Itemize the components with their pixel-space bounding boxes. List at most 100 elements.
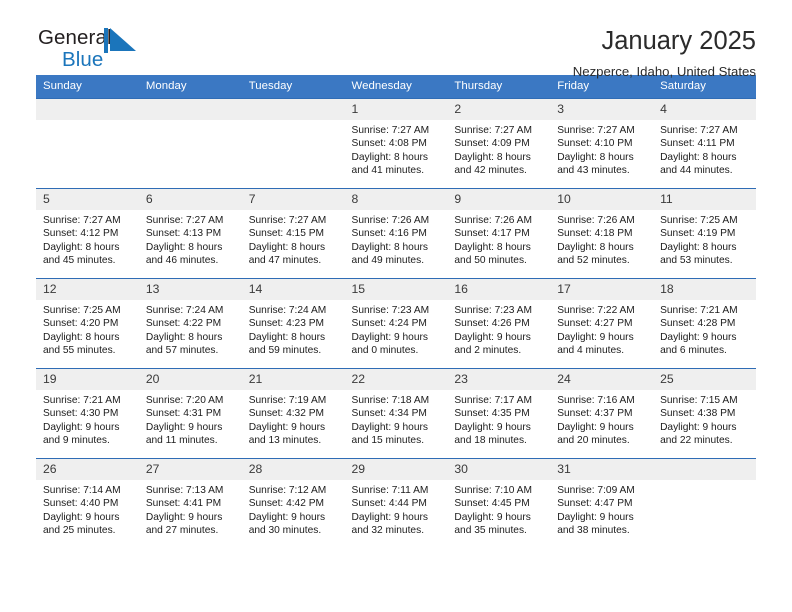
- day-info-line: Daylight: 8 hours: [351, 151, 428, 163]
- calendar-day-cell[interactable]: 12 Sunrise: 7:25 AM Sunset: 4:20 PM Dayligh…: [36, 278, 139, 369]
- day-info-line: Sunrise: 7:20 AM: [145, 395, 224, 406]
- weekday-header-cell: Wednesday: [344, 75, 448, 99]
- day-info-line: and 27 minutes.: [145, 524, 219, 536]
- day-info-line: Sunrise: 7:27 AM: [557, 125, 635, 136]
- calendar-day-cell[interactable]: 11 Sunrise: 7:25 AM Sunset: 4:19 PM Dayligh…: [653, 188, 756, 279]
- day-info-line: Sunset: 4:42 PM: [248, 498, 325, 510]
- day-number: 7: [241, 189, 345, 210]
- calendar-day-cell[interactable]: 1 Sunrise: 7:27 AM Sunset: 4:08 PM Daylight…: [344, 98, 448, 189]
- day-info-line: Sunrise: 7:26 AM: [454, 215, 532, 226]
- day-number: [36, 99, 139, 120]
- calendar-week-row: 12 Sunrise: 7:25 AM Sunset: 4:20 PM Dayligh…: [36, 278, 756, 369]
- calendar-day-cell[interactable]: 2 Sunrise: 7:27 AM Sunset: 4:09 PM Daylight…: [447, 98, 551, 189]
- day-info-line: Sunrise: 7:27 AM: [145, 215, 224, 226]
- day-info-line: and 49 minutes.: [351, 254, 425, 266]
- day-info-line: Daylight: 9 hours: [43, 421, 120, 433]
- day-sun-info: Sunrise: 7:24 AM Sunset: 4:22 PM Daylight:…: [139, 300, 242, 357]
- day-info-line: and 4 minutes.: [557, 344, 625, 356]
- calendar-day-cell[interactable]: 9 Sunrise: 7:26 AM Sunset: 4:17 PM Daylight…: [447, 188, 551, 279]
- day-number: 13: [138, 279, 242, 300]
- day-number: 8: [344, 189, 448, 210]
- day-number: 26: [36, 459, 139, 480]
- day-info-line: and 9 minutes.: [43, 434, 110, 446]
- calendar-day-cell[interactable]: 4 Sunrise: 7:27 AM Sunset: 4:11 PM Daylight…: [653, 98, 756, 189]
- day-sun-info: Sunrise: 7:11 AM Sunset: 4:44 PM Daylight:…: [345, 480, 448, 537]
- day-info-line: Sunrise: 7:24 AM: [145, 305, 224, 316]
- day-info-line: and 25 minutes.: [43, 524, 116, 536]
- day-info-line: Sunset: 4:34 PM: [351, 408, 427, 420]
- calendar-day-cell[interactable]: 5 Sunrise: 7:27 AM Sunset: 4:12 PM Daylight…: [36, 188, 139, 279]
- brand-logo[interactable]: General Blue: [36, 27, 208, 80]
- day-info-line: Sunrise: 7:10 AM: [454, 485, 532, 496]
- day-info-line: Sunset: 4:45 PM: [454, 498, 530, 510]
- day-info-line: Sunset: 4:41 PM: [145, 498, 222, 510]
- day-info-line: Daylight: 8 hours: [145, 241, 223, 253]
- calendar-day-cell[interactable]: 23 Sunrise: 7:17 AM Sunset: 4:35 PM Dayligh…: [447, 368, 551, 459]
- day-info-line: Sunrise: 7:09 AM: [557, 485, 635, 496]
- day-info-line: Daylight: 8 hours: [454, 241, 531, 253]
- day-sun-info: Sunrise: 7:21 AM Sunset: 4:28 PM Daylight:…: [653, 300, 756, 357]
- day-sun-info: Sunrise: 7:27 AM Sunset: 4:10 PM Daylight:…: [550, 120, 653, 177]
- day-info-line: Sunrise: 7:23 AM: [454, 305, 532, 316]
- calendar-day-cell[interactable]: 6 Sunrise: 7:27 AM Sunset: 4:13 PM Daylight…: [138, 188, 242, 279]
- page-header: General Blue January 2025 Nezperce, Idah…: [36, 0, 756, 78]
- day-number: 14: [241, 279, 345, 300]
- calendar-day-cell[interactable]: 3 Sunrise: 7:27 AM Sunset: 4:10 PM Daylight…: [550, 98, 654, 189]
- calendar-day-cell[interactable]: 8 Sunrise: 7:26 AM Sunset: 4:16 PM Daylight…: [344, 188, 448, 279]
- day-number: 23: [447, 369, 551, 390]
- day-info-line: Daylight: 9 hours: [145, 421, 223, 433]
- calendar-day-cell[interactable]: 15 Sunrise: 7:23 AM Sunset: 4:24 PM Dayligh…: [344, 278, 448, 369]
- page-subtitle: Nezperce, Idaho, United States: [572, 63, 756, 79]
- day-info-line: Daylight: 9 hours: [43, 511, 120, 523]
- calendar-day-cell[interactable]: 27 Sunrise: 7:13 AM Sunset: 4:41 PM Dayligh…: [138, 458, 242, 548]
- day-info-line: Daylight: 9 hours: [557, 331, 634, 343]
- day-info-line: and 57 minutes.: [145, 344, 219, 356]
- day-sun-info: Sunrise: 7:27 AM Sunset: 4:15 PM Daylight:…: [242, 210, 345, 267]
- day-info-line: Sunset: 4:32 PM: [248, 408, 325, 420]
- calendar-day-cell[interactable]: 18 Sunrise: 7:21 AM Sunset: 4:28 PM Dayligh…: [653, 278, 756, 369]
- day-number: 5: [36, 189, 139, 210]
- calendar-day-cell[interactable]: 7 Sunrise: 7:27 AM Sunset: 4:15 PM Daylight…: [241, 188, 345, 279]
- calendar-day-cell[interactable]: 16 Sunrise: 7:23 AM Sunset: 4:26 PM Dayligh…: [447, 278, 551, 369]
- day-info-line: Daylight: 8 hours: [248, 241, 326, 253]
- day-info-line: and 20 minutes.: [557, 434, 630, 446]
- day-info-line: and 53 minutes.: [660, 254, 733, 266]
- day-info-line: Sunset: 4:24 PM: [351, 318, 427, 330]
- calendar-day-cell[interactable]: 10 Sunrise: 7:26 AM Sunset: 4:18 PM Dayligh…: [550, 188, 654, 279]
- calendar-day-cell[interactable]: 29 Sunrise: 7:11 AM Sunset: 4:44 PM Dayligh…: [344, 458, 448, 548]
- day-sun-info: Sunrise: 7:16 AM Sunset: 4:37 PM Daylight:…: [550, 390, 653, 447]
- calendar-day-cell[interactable]: 28 Sunrise: 7:12 AM Sunset: 4:42 PM Dayligh…: [241, 458, 345, 548]
- calendar-day-cell[interactable]: 31 Sunrise: 7:09 AM Sunset: 4:47 PM Dayligh…: [550, 458, 654, 548]
- calendar-day-cell[interactable]: 14 Sunrise: 7:24 AM Sunset: 4:23 PM Dayligh…: [241, 278, 345, 369]
- calendar-day-cell[interactable]: 22 Sunrise: 7:18 AM Sunset: 4:34 PM Dayligh…: [344, 368, 448, 459]
- calendar-day-cell[interactable]: 17 Sunrise: 7:22 AM Sunset: 4:27 PM Dayligh…: [550, 278, 654, 369]
- day-info-line: and 47 minutes.: [248, 254, 322, 266]
- day-info-line: Daylight: 8 hours: [557, 151, 634, 163]
- calendar-day-cell[interactable]: 24 Sunrise: 7:16 AM Sunset: 4:37 PM Dayligh…: [550, 368, 654, 459]
- day-sun-info: Sunrise: 7:19 AM Sunset: 4:32 PM Daylight:…: [242, 390, 345, 447]
- day-info-line: and 52 minutes.: [557, 254, 630, 266]
- calendar-day-cell[interactable]: 30 Sunrise: 7:10 AM Sunset: 4:45 PM Dayligh…: [447, 458, 551, 548]
- calendar-day-cell[interactable]: 19 Sunrise: 7:21 AM Sunset: 4:30 PM Dayligh…: [36, 368, 139, 459]
- calendar-body: 1 Sunrise: 7:27 AM Sunset: 4:08 PM Daylight…: [36, 98, 756, 548]
- calendar-day-cell[interactable]: 21 Sunrise: 7:19 AM Sunset: 4:32 PM Dayligh…: [241, 368, 345, 459]
- day-info-line: Sunset: 4:31 PM: [145, 408, 222, 420]
- day-info-line: and 6 minutes.: [660, 344, 727, 356]
- day-sun-info: Sunrise: 7:18 AM Sunset: 4:34 PM Daylight:…: [345, 390, 448, 447]
- calendar-day-cell[interactable]: 25 Sunrise: 7:15 AM Sunset: 4:38 PM Dayligh…: [653, 368, 756, 459]
- day-info-line: Sunrise: 7:16 AM: [557, 395, 635, 406]
- day-info-line: and 45 minutes.: [43, 254, 116, 266]
- day-sun-info: Sunrise: 7:09 AM Sunset: 4:47 PM Daylight:…: [550, 480, 653, 537]
- day-info-line: and 35 minutes.: [454, 524, 527, 536]
- day-info-line: and 43 minutes.: [557, 164, 630, 176]
- calendar-day-cell[interactable]: 20 Sunrise: 7:20 AM Sunset: 4:31 PM Dayligh…: [138, 368, 242, 459]
- day-info-line: Daylight: 9 hours: [145, 511, 223, 523]
- day-sun-info: Sunrise: 7:21 AM Sunset: 4:30 PM Daylight:…: [36, 390, 139, 447]
- day-sun-info: Sunrise: 7:12 AM Sunset: 4:42 PM Daylight:…: [242, 480, 345, 537]
- day-info-line: Sunrise: 7:14 AM: [43, 485, 121, 496]
- day-number: 12: [36, 279, 139, 300]
- calendar-day-cell[interactable]: 13 Sunrise: 7:24 AM Sunset: 4:22 PM Dayligh…: [138, 278, 242, 369]
- day-info-line: and 55 minutes.: [43, 344, 116, 356]
- day-info-line: Sunset: 4:40 PM: [43, 498, 119, 510]
- calendar-day-cell[interactable]: 26 Sunrise: 7:14 AM Sunset: 4:40 PM Dayligh…: [36, 458, 139, 548]
